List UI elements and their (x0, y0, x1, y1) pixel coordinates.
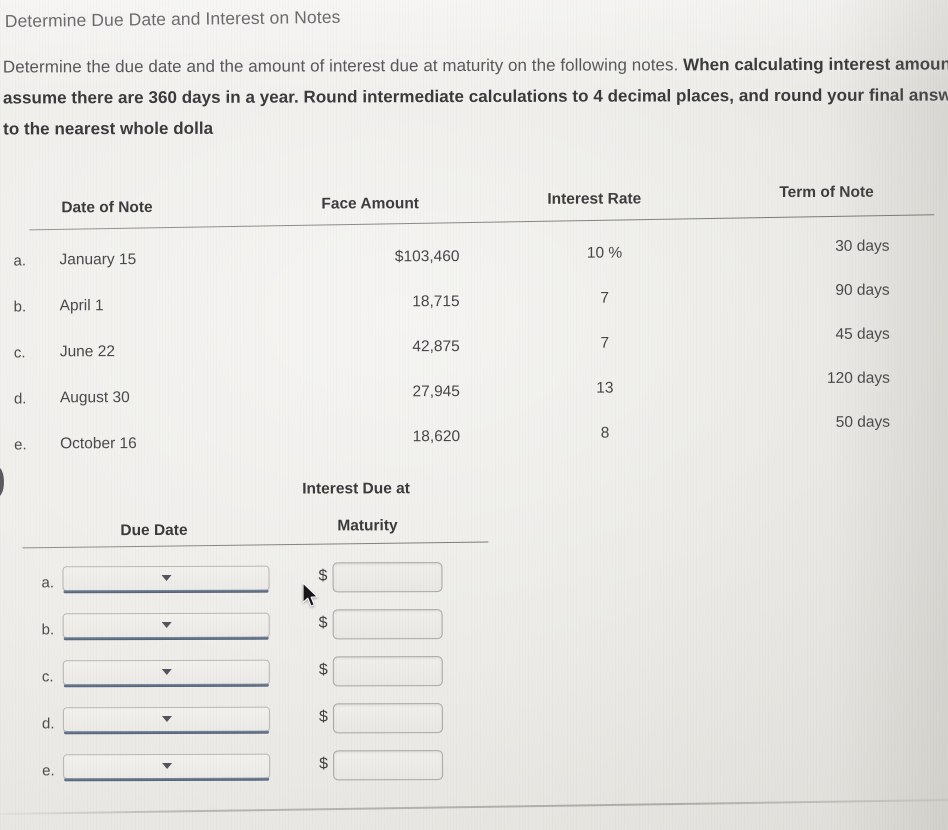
column-header-term-of-note: Term of Note (779, 183, 874, 202)
select-underline (63, 683, 269, 688)
chevron-down-icon[interactable] (161, 762, 172, 769)
chevron-down-icon[interactable] (161, 715, 172, 722)
cell-date-of-note: April 1 (59, 297, 104, 315)
interest-amount-input-e[interactable] (333, 750, 444, 781)
row-letter: d. (41, 715, 55, 733)
cell-date-of-note: January 15 (59, 251, 137, 269)
page-title: Determine Due Date and Interest on Notes (4, 6, 341, 32)
dollar-sign-icon: $ (318, 567, 328, 585)
chevron-down-icon[interactable] (161, 574, 172, 581)
dollar-sign-icon: $ (319, 755, 329, 773)
select-underline (63, 589, 269, 594)
due-date-select-a[interactable] (62, 565, 270, 594)
answer-row: b. $ (1, 609, 561, 657)
cell-face-amount: $103,460 (394, 248, 460, 266)
row-letter: d. (13, 390, 27, 408)
column-header-maturity: Maturity (337, 517, 398, 535)
select-underline (64, 777, 270, 782)
cell-date-of-note: August 30 (59, 389, 130, 407)
table-row: e. October 16 18,620 8 50 days (0, 414, 948, 472)
select-underline (63, 730, 270, 735)
row-letter: e. (14, 436, 27, 454)
cell-face-amount: 18,715 (412, 293, 460, 311)
dollar-sign-icon: $ (318, 614, 328, 632)
row-letter: a. (41, 574, 55, 592)
column-header-due-date: Due Date (120, 521, 188, 540)
due-date-select-b[interactable] (62, 612, 270, 641)
chevron-down-icon[interactable] (161, 668, 172, 675)
cell-term-of-note: 30 days (835, 237, 890, 255)
due-date-select-d[interactable] (62, 706, 270, 735)
due-date-select-e[interactable] (63, 753, 271, 782)
row-letter: e. (42, 762, 55, 780)
interest-amount-input-c[interactable] (332, 656, 443, 687)
instructions-lead: Determine the due date and the amount of… (2, 55, 684, 77)
table-row: a. January 15 $103,460 10 % 30 days (0, 237, 948, 288)
cell-face-amount: 27,945 (412, 383, 460, 401)
cell-interest-rate: 7 (600, 289, 609, 307)
cell-date-of-note: October 16 (60, 435, 137, 453)
cell-face-amount: 18,620 (412, 428, 461, 446)
row-letter: b. (41, 621, 55, 639)
row-letter: c. (41, 668, 54, 686)
column-header-interest-rate: Interest Rate (547, 190, 642, 208)
answer-row: d. $ (1, 703, 561, 751)
chevron-down-icon[interactable] (161, 621, 172, 628)
cell-interest-rate: 7 (600, 334, 610, 352)
dollar-sign-icon: $ (318, 708, 328, 726)
answer-row: e. $ (1, 750, 561, 798)
cell-term-of-note: 90 days (835, 281, 890, 299)
interest-amount-input-a[interactable] (332, 562, 443, 593)
column-header-interest-due-at: Interest Due at (302, 480, 410, 498)
cell-date-of-note: June 22 (59, 343, 115, 361)
column-header-date-of-note: Date of Note (61, 199, 153, 217)
row-letter: b. (13, 298, 27, 316)
cell-interest-rate: 13 (596, 379, 614, 397)
due-date-select-c[interactable] (62, 659, 270, 688)
cell-interest-rate: 10 % (586, 244, 623, 262)
instructions-paragraph: Determine the due date and the amount of… (3, 48, 948, 144)
cell-term-of-note: 45 days (835, 325, 890, 343)
table-header-rule (29, 214, 935, 231)
answer-entry-table: Interest Due at Due Date Maturity a. $ b… (0, 466, 561, 798)
cell-term-of-note: 120 days (826, 369, 890, 387)
column-header-face-amount: Face Amount (321, 195, 419, 213)
select-underline (63, 636, 269, 641)
row-letter: a. (13, 252, 27, 270)
interest-amount-input-d[interactable] (332, 703, 443, 734)
cell-face-amount: 42,875 (412, 338, 460, 356)
cell-interest-rate: 8 (600, 424, 610, 442)
answer-row: a. $ (0, 562, 560, 610)
worksheet-content: Determine Due Date and Interest on Notes… (0, 0, 948, 830)
interest-amount-input-b[interactable] (332, 609, 443, 640)
photo-page-background: Determine Due Date and Interest on Notes… (0, 0, 948, 830)
notes-table: Date of Note Face Amount Interest Rate T… (0, 175, 948, 468)
cell-term-of-note: 50 days (835, 413, 891, 431)
answer-header-rule (22, 541, 489, 549)
row-letter: c. (13, 344, 26, 362)
dollar-sign-icon: $ (318, 661, 328, 679)
answer-row: c. $ (1, 656, 561, 704)
